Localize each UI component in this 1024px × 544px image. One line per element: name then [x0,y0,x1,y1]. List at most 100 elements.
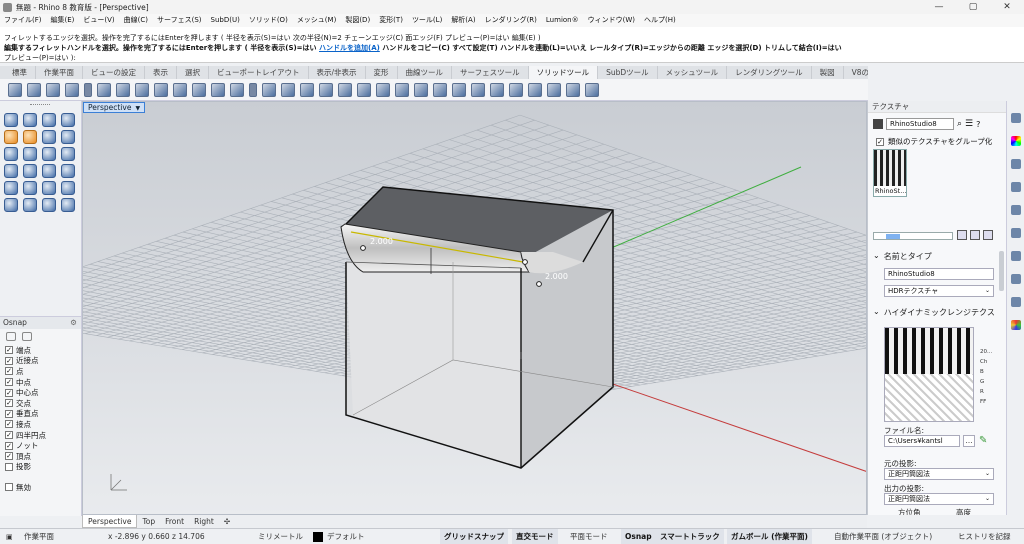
output-projection-dropdown[interactable]: 正距円筒図法 ⌄ [884,493,994,505]
panel-settings-icon[interactable]: ⚙ [70,317,77,329]
vp-tab-perspective[interactable]: Perspective [82,515,138,528]
gumball-toggle[interactable]: ガムボール (作業平面) [727,529,812,544]
osnap-item-intersection[interactable]: ✓ 交点 [5,398,81,409]
pyramid-icon[interactable] [23,164,37,178]
variable-fillet-icon[interactable] [65,82,79,97]
menu-file[interactable]: ファイル(F) [4,14,42,27]
array-hole-icon[interactable] [433,82,447,97]
viewport-title-button[interactable]: Perspective ▼ [83,102,146,113]
boolean-split-icon[interactable] [154,82,168,97]
boolean-intersection-icon[interactable] [135,82,149,97]
checkbox[interactable]: ✓ [5,431,13,440]
tab-transform[interactable]: 変形 [366,66,398,79]
display-icon[interactable] [1010,159,1021,169]
tab-surface-tools[interactable]: サーフェスツール [452,66,529,79]
osnap-item-project[interactable]: 投影 [5,462,81,473]
layer-status[interactable]: デフォルト [327,529,365,544]
cplane-status[interactable]: 作業平面 [24,529,54,544]
checkbox[interactable]: ✓ [5,346,13,355]
osnap-toggle[interactable]: Osnap [621,529,656,544]
menu-render[interactable]: レンダリング(R) [485,14,537,27]
box-icon[interactable] [42,130,56,144]
planar-toggle[interactable]: 平面モード [570,529,608,544]
list-view-icon[interactable] [970,230,980,240]
menu-edit[interactable]: 編集(E) [51,14,75,27]
thumbnail-size-slider[interactable] [873,232,953,240]
menu-solid[interactable]: ソリッド(O) [249,14,288,27]
help-icon[interactable]: ? [976,120,980,129]
checkbox[interactable] [5,462,13,471]
notes-icon[interactable] [1010,297,1021,307]
menu-transform[interactable]: 変形(T) [379,14,403,27]
hdr-section[interactable]: ⌄ ハイダイナミックレンジテクス [873,307,995,318]
osnap-item-point[interactable]: ✓ 点 [5,366,81,377]
solid-union-icon[interactable] [23,198,37,212]
close-button[interactable]: ✕ [990,0,1024,14]
fillet-tool-icon[interactable] [4,130,18,144]
texture-name-field[interactable]: RhinoStudio8 [884,268,994,280]
delete-hole-icon[interactable] [452,82,466,97]
menu-curve[interactable]: 曲線(C) [124,14,148,27]
fillet-handle[interactable] [360,245,366,251]
select-arrow-icon[interactable] [4,113,18,127]
text-object-icon[interactable] [471,82,485,97]
browse-file-button[interactable]: … [963,435,975,447]
command-line-3[interactable]: プレビュー(P)=はい ): [0,53,1024,62]
tab-new-in-v8[interactable]: V8の新機能 [844,66,868,79]
point-icon[interactable] [23,113,37,127]
menu-tools[interactable]: ツール(L) [412,14,442,27]
tab-solid-tools[interactable]: ソリッドツール [528,66,599,79]
checkbox[interactable]: ✓ [5,356,13,365]
materials-icon[interactable] [1010,205,1021,215]
sphere-icon[interactable] [4,147,18,161]
shell-icon[interactable] [192,82,206,97]
tab-select[interactable]: 選択 [177,66,209,79]
osnap-item-knot[interactable]: ✓ ノット [5,440,81,451]
menu-surface[interactable]: サーフェス(S) [157,14,202,27]
merge-faces-icon[interactable] [338,82,352,97]
polyline-icon[interactable] [42,113,56,127]
solid-diff-icon[interactable] [42,198,56,212]
group-similar-option[interactable]: ✓ 類似のテクスチャをグループ化 [876,136,992,147]
move-face-icon[interactable] [281,82,295,97]
menu-view[interactable]: ビュー(V) [83,14,114,27]
texture-type-dropdown[interactable]: HDRテクスチャ ⌄ [884,285,994,297]
checkbox[interactable]: ✓ [5,441,13,450]
tab-display[interactable]: 表示 [145,66,177,79]
blend-edge-icon[interactable] [46,82,60,97]
curve-icon[interactable] [61,113,75,127]
fillet-edge-icon[interactable] [8,82,22,97]
original-projection-dropdown[interactable]: 正距円筒図法 ⌄ [884,468,994,480]
boolean-difference-icon[interactable] [116,82,130,97]
menu-subd[interactable]: SubD(U) [211,14,240,27]
solid-ribbon-icon[interactable] [490,82,504,97]
grid-snap-toggle[interactable]: グリッドスナップ [440,529,508,544]
tab-subd-tools[interactable]: SubDツール [598,66,658,79]
palette-icon[interactable] [1010,320,1021,330]
osnap-item-vertex[interactable]: ✓ 頂点 [5,451,81,462]
tab-curve-tools[interactable]: 曲線ツール [398,66,453,79]
minimize-button[interactable]: — [922,0,956,14]
extract-surface-icon[interactable] [230,82,244,97]
menu-mesh[interactable]: メッシュ(M) [297,14,337,27]
osnap-item-center[interactable]: ✓ 中心点 [5,387,81,398]
truncated-cone-icon[interactable] [42,164,56,178]
fold-face-icon[interactable] [319,82,333,97]
checkbox[interactable]: ✓ [5,388,13,397]
tube-icon[interactable] [61,164,75,178]
boolean-two-objects-icon[interactable] [173,82,187,97]
tree-view-icon[interactable] [983,230,993,240]
osnap-item-tan[interactable]: ✓ 接点 [5,419,81,430]
box-corner-icon[interactable] [61,130,75,144]
smarttrack-toggle[interactable]: スマートトラック [656,529,724,544]
checkbox[interactable]: ✓ [876,137,884,146]
auto-cplane-toggle[interactable]: 自動作業平面 (オブジェクト) [834,529,932,544]
tab-cplanes[interactable]: 作業平面 [36,66,83,79]
name-type-section[interactable]: ⌄ 名前とタイプ [873,251,932,262]
solid-split-icon[interactable] [61,198,75,212]
checkbox[interactable]: ✓ [5,378,13,387]
layers-icon[interactable] [1010,182,1021,192]
menu-help[interactable]: ヘルプ(H) [644,14,676,27]
blend-tool-icon[interactable] [23,130,37,144]
vp-tab-right[interactable]: Right [189,515,219,528]
